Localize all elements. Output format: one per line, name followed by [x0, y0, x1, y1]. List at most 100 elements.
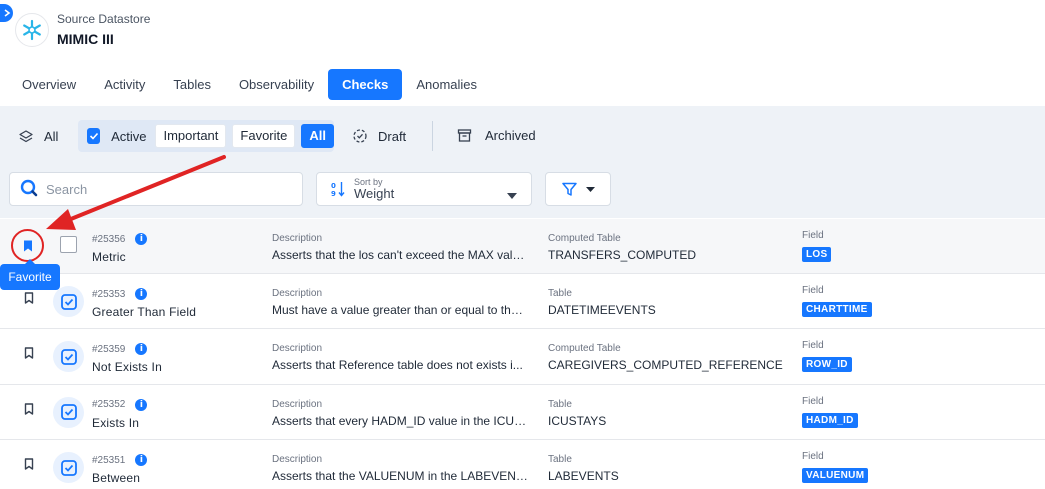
- bookmark-icon[interactable]: [24, 403, 34, 418]
- search-icon: [20, 179, 38, 200]
- search-input[interactable]: [46, 181, 286, 197]
- field-label: Field: [802, 230, 824, 241]
- checkmark-icon: [89, 132, 98, 140]
- bookmark-icon[interactable]: [24, 347, 34, 362]
- datastore-header: Source Datastore MIMIC III: [15, 12, 150, 47]
- check-type-icon: [53, 396, 84, 428]
- tab-checks[interactable]: Checks: [328, 69, 403, 100]
- check-description: Asserts that Reference table does not ex…: [272, 358, 523, 373]
- table-label: Computed Table: [548, 343, 621, 355]
- check-id-text: #25356: [92, 233, 126, 245]
- table-label: Computed Table: [548, 233, 621, 244]
- check-id: #25353 i: [92, 288, 148, 300]
- field-label: Field: [802, 340, 824, 352]
- field-label: Field: [802, 451, 824, 463]
- field-label: Field: [802, 395, 824, 407]
- check-id-text: #25352: [92, 399, 126, 411]
- svg-text:9: 9: [331, 190, 336, 197]
- description-label: Description: [272, 288, 323, 299]
- info-icon[interactable]: i: [135, 454, 148, 467]
- filter-icon: [561, 182, 577, 197]
- description-label: Description: [272, 454, 323, 466]
- check-description: Asserts that the los can't exceed the MA…: [272, 248, 528, 262]
- tab-activity[interactable]: Activity: [90, 69, 159, 100]
- sidebar-expand-toggle[interactable]: [0, 4, 13, 22]
- info-icon[interactable]: i: [135, 233, 148, 245]
- info-icon[interactable]: i: [135, 343, 148, 356]
- check-type-icon: [53, 341, 84, 373]
- svg-text:0: 0: [331, 182, 336, 190]
- status-filter-archived[interactable]: Archived: [457, 128, 536, 143]
- info-icon[interactable]: i: [135, 398, 148, 411]
- favorite-highlight-circle: [11, 229, 44, 262]
- table-label: Table: [548, 398, 572, 410]
- check-id: #25352 i: [92, 398, 148, 411]
- check-table[interactable]: ICUSTAYS: [548, 414, 606, 428]
- check-row[interactable]: #25353 i Greater Than Field Description …: [0, 274, 1045, 330]
- favorite-tooltip: Favorite: [0, 259, 60, 290]
- bookmark-icon[interactable]: [24, 292, 34, 307]
- chevron-right-icon: [4, 9, 10, 17]
- sort-dropdown[interactable]: 09 Sort by Weight: [316, 172, 532, 206]
- status-all-label: All: [44, 129, 59, 144]
- datastore-name: MIMIC III: [57, 31, 114, 47]
- tab-overview[interactable]: Overview: [8, 69, 90, 100]
- check-id-text: #25359: [92, 343, 126, 355]
- search-box[interactable]: [9, 172, 303, 206]
- description-label: Description: [272, 343, 323, 355]
- check-row[interactable]: #25359 i Not Exists In Description Asser…: [0, 329, 1045, 385]
- check-type-name: Metric: [92, 250, 126, 264]
- datastore-type-label: Source Datastore: [57, 12, 151, 26]
- check-type-name: Between: [92, 471, 141, 486]
- description-label: Description: [272, 398, 323, 410]
- importance-important-chip[interactable]: Important: [155, 124, 227, 148]
- filter-divider: [432, 121, 433, 151]
- caret-down-icon: [585, 186, 595, 192]
- check-id: #25356 i: [92, 233, 148, 245]
- table-label: Table: [548, 288, 572, 299]
- importance-all-chip[interactable]: All: [301, 124, 334, 148]
- field-badge[interactable]: CHARTTIME: [802, 302, 872, 317]
- check-type-name: Exists In: [92, 415, 140, 430]
- status-archived-label: Archived: [485, 128, 536, 143]
- check-table[interactable]: TRANSFERS_COMPUTED: [548, 248, 696, 262]
- caret-down-icon: [507, 187, 517, 202]
- check-table[interactable]: LABEVENTS: [548, 469, 619, 483]
- field-badge[interactable]: HADM_ID: [802, 412, 858, 428]
- tab-anomalies[interactable]: Anomalies: [402, 69, 491, 100]
- check-id: #25351 i: [92, 454, 148, 467]
- importance-favorite-chip[interactable]: Favorite: [232, 124, 296, 148]
- check-row[interactable]: #25356 i Metric Description Asserts that…: [0, 219, 1045, 274]
- active-checkbox[interactable]: [87, 128, 101, 144]
- tab-tables[interactable]: Tables: [159, 69, 225, 100]
- info-icon[interactable]: i: [135, 288, 148, 300]
- check-description: Must have a value greater than or equal …: [272, 303, 528, 317]
- table-label: Table: [548, 454, 572, 466]
- check-table[interactable]: DATETIMEEVENTS: [548, 303, 656, 317]
- sort-by-value: Weight: [354, 186, 395, 201]
- checks-list: #25356 i Metric Description Asserts that…: [0, 219, 1045, 489]
- tab-observability[interactable]: Observability: [225, 69, 328, 100]
- field-badge[interactable]: LOS: [802, 247, 832, 262]
- check-description: Asserts that every HADM_ID value in the …: [272, 413, 528, 428]
- status-filter-all[interactable]: All: [18, 121, 58, 152]
- check-table[interactable]: CAREGIVERS_COMPUTED_REFERENCE: [548, 358, 783, 372]
- check-row[interactable]: #25352 i Exists In Description Asserts t…: [0, 384, 1045, 441]
- bookmark-filled-icon[interactable]: [23, 240, 33, 252]
- field-label: Field: [802, 285, 824, 296]
- sort-icon: 09: [331, 181, 345, 197]
- check-id-text: #25351: [92, 454, 126, 466]
- check-type-name: Greater Than Field: [92, 305, 197, 319]
- check-row[interactable]: #25351 i Between Description Asserts tha…: [0, 440, 1045, 489]
- filter-button[interactable]: [545, 172, 611, 206]
- field-badge[interactable]: VALUENUM: [802, 468, 869, 484]
- status-draft-label: Draft: [378, 128, 407, 144]
- bookmark-icon[interactable]: [24, 458, 34, 473]
- status-active-label[interactable]: Active: [111, 129, 146, 144]
- field-badge[interactable]: ROW_ID: [802, 357, 852, 373]
- archive-icon: [457, 128, 472, 143]
- layers-icon: [18, 129, 34, 145]
- check-type-name: Not Exists In: [92, 360, 162, 375]
- status-filter-draft[interactable]: Draft: [352, 128, 406, 144]
- row-select-checkbox[interactable]: [60, 236, 77, 253]
